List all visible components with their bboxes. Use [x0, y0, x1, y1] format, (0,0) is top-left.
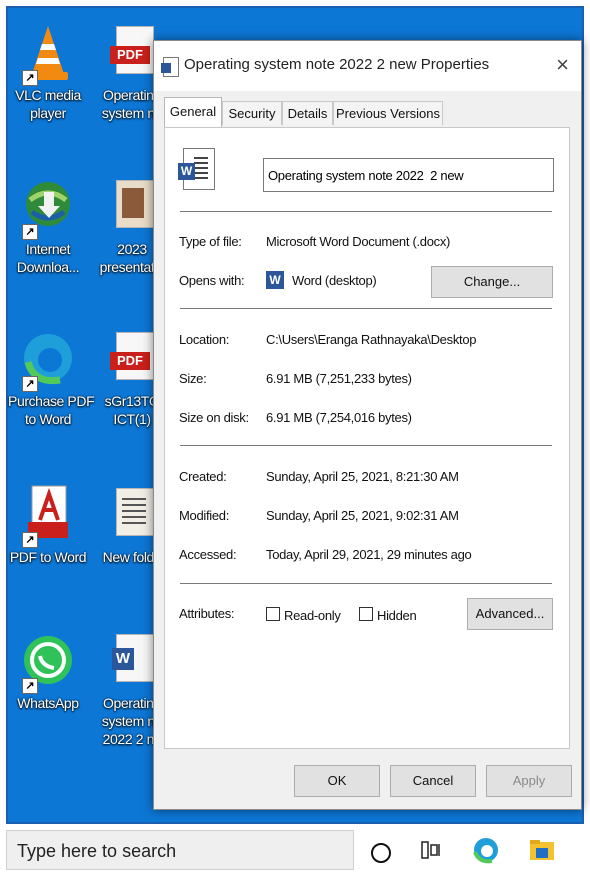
read-only-label: Read-only — [284, 608, 341, 623]
location-value: C:\Users\Eranga Rathnayaka\Desktop — [266, 332, 477, 347]
shortcut-arrow-icon: ↗ — [22, 70, 38, 86]
search-placeholder: Type here to search — [17, 841, 177, 861]
word-app-icon: W — [266, 271, 284, 289]
icon-label: Purchase PDF — [8, 393, 95, 409]
tab-security[interactable]: Security — [222, 101, 282, 125]
size-on-disk-value: 6.91 MB (7,254,016 bytes) — [266, 410, 412, 425]
desktop-icon-whatsapp[interactable]: ↗ WhatsApp — [8, 630, 88, 712]
location-label: Location: — [179, 332, 230, 347]
pdf-file-icon: PDF — [104, 22, 160, 86]
edge-icon: ↗ — [20, 328, 76, 392]
size-label: Size: — [179, 371, 207, 386]
shortcut-arrow-icon: ↗ — [22, 224, 38, 240]
tab-general[interactable]: General — [164, 97, 222, 127]
read-only-checkbox[interactable] — [266, 607, 280, 621]
hidden-label: Hidden — [377, 608, 417, 623]
adobe-pdf-icon: ↗ — [20, 484, 76, 548]
taskbar: Type here to search — [0, 826, 590, 874]
task-view-icon[interactable] — [420, 840, 442, 860]
separator — [180, 211, 552, 212]
desktop-icon-internet-download[interactable]: ↗ Internet Downloa... — [8, 176, 88, 276]
tab-previous-versions[interactable]: Previous Versions — [333, 101, 443, 125]
size-on-disk-label: Size on disk: — [179, 410, 249, 425]
file-name-field[interactable] — [263, 158, 554, 192]
icon-label: VLC media — [15, 87, 81, 103]
type-of-file-value: Microsoft Word Document (.docx) — [266, 234, 451, 249]
word-document-icon — [161, 57, 179, 77]
advanced-button[interactable]: Advanced... — [467, 598, 553, 630]
icon-label: Downloa... — [16, 259, 80, 275]
document-file-icon — [104, 484, 160, 548]
tab-details[interactable]: Details — [282, 101, 333, 125]
separator — [180, 583, 552, 584]
general-tab-panel: W Type of file: Microsoft Word Document … — [164, 127, 570, 749]
created-label: Created: — [179, 469, 227, 484]
icon-label: to Word — [25, 411, 71, 427]
icon-label: Internet — [25, 241, 71, 257]
close-icon[interactable]: × — [556, 52, 569, 78]
icon-label: WhatsApp — [17, 695, 79, 711]
vlc-icon: ↗ — [20, 22, 76, 86]
shortcut-arrow-icon: ↗ — [22, 376, 38, 392]
desktop-icon-pdf-to-word[interactable]: ↗ PDF to Word — [8, 484, 88, 566]
word-document-large-icon: W — [178, 148, 215, 190]
created-value: Sunday, April 25, 2021, 8:21:30 AM — [266, 469, 459, 484]
pdf-file-icon: PDF — [104, 328, 160, 392]
whatsapp-icon: ↗ — [20, 630, 76, 694]
separator — [180, 445, 552, 446]
attributes-label: Attributes: — [179, 606, 235, 621]
properties-dialog: Operating system note 2022 2 new Propert… — [153, 40, 582, 810]
hidden-checkbox[interactable] — [359, 607, 373, 621]
accessed-value: Today, April 29, 2021, 29 minutes ago — [266, 547, 472, 562]
change-button[interactable]: Change... — [431, 266, 553, 298]
dialog-titlebar[interactable]: Operating system note 2022 2 new Propert… — [154, 41, 581, 91]
cortana-icon[interactable] — [371, 843, 391, 863]
word-file-icon: W — [104, 630, 160, 694]
apply-button[interactable]: Apply — [486, 765, 572, 797]
desktop-icon-vlc[interactable]: ↗ VLC media player — [8, 22, 88, 122]
modified-label: Modified: — [179, 508, 230, 523]
file-explorer-icon[interactable] — [528, 838, 556, 862]
desktop-icon-purchase-pdf[interactable]: ↗ Purchase PDF to Word — [8, 328, 95, 428]
icon-label: player — [30, 105, 66, 121]
accessed-label: Accessed: — [179, 547, 237, 562]
image-file-icon — [104, 176, 160, 240]
dialog-title: Operating system note 2022 2 new Propert… — [184, 56, 490, 73]
separator — [180, 308, 552, 309]
taskbar-search-box[interactable]: Type here to search — [6, 830, 354, 870]
cancel-button[interactable]: Cancel — [390, 765, 476, 797]
type-of-file-label: Type of file: — [179, 234, 242, 249]
opens-with-value: Word (desktop) — [292, 273, 377, 288]
edge-taskbar-icon[interactable] — [472, 836, 500, 864]
ok-button[interactable]: OK — [294, 765, 380, 797]
shortcut-arrow-icon: ↗ — [22, 532, 38, 548]
icon-label: PDF to Word — [9, 549, 87, 565]
shortcut-arrow-icon: ↗ — [22, 678, 38, 694]
opens-with-label: Opens with: — [179, 273, 245, 288]
size-value: 6.91 MB (7,251,233 bytes) — [266, 371, 412, 386]
modified-value: Sunday, April 25, 2021, 9:02:31 AM — [266, 508, 459, 523]
globe-download-icon: ↗ — [20, 176, 76, 240]
